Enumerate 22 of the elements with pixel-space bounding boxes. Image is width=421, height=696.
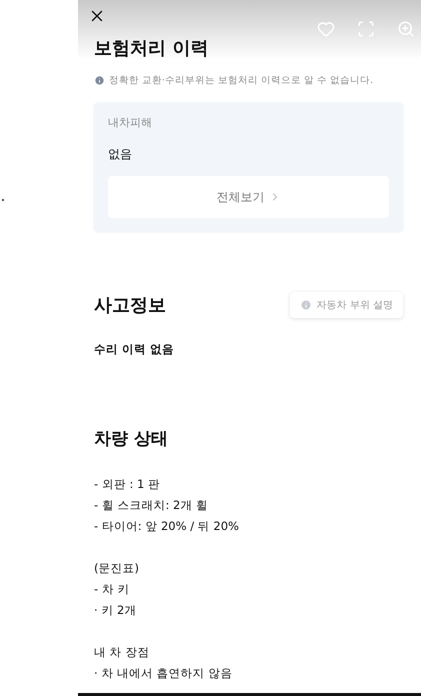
section-title: 보험처리 이력 — [94, 37, 210, 60]
condition-line: - 휠 스크래치: 2개 휠 — [94, 497, 209, 514]
condition-line: · 키 2개 — [94, 602, 138, 619]
view-all-button[interactable]: 전체보기 — [108, 176, 389, 218]
condition-line: 내 차 장점 — [94, 644, 150, 661]
condition-line: - 외판 : 1 판 — [94, 476, 161, 493]
condition-line: - 타이어: 앞 20% / 뒤 20% — [94, 518, 240, 535]
parts-guide-button[interactable]: 자동차 부위 설명 — [290, 292, 403, 318]
section-title: 사고정보 — [94, 294, 166, 317]
condition-line: · 차 내에서 흡연하지 않음 — [94, 665, 234, 682]
zoom-icon[interactable] — [397, 20, 415, 38]
section-title: 차량 상태 — [94, 428, 169, 450]
condition-line: - 차 키 — [94, 581, 130, 598]
scan-icon[interactable] — [357, 20, 375, 38]
damage-value: 없음 — [108, 146, 133, 163]
heart-icon[interactable] — [317, 20, 335, 38]
notice-text: 정확한 교환·수리부위는 보험처리 이력으로 알 수 없습니다. — [109, 74, 374, 87]
info-icon — [300, 299, 312, 311]
damage-label: 내차피해 — [108, 115, 153, 130]
repair-summary: 수리 이력 없음 — [94, 342, 176, 357]
info-icon — [94, 75, 105, 86]
condition-line: (문진표) — [94, 560, 140, 577]
